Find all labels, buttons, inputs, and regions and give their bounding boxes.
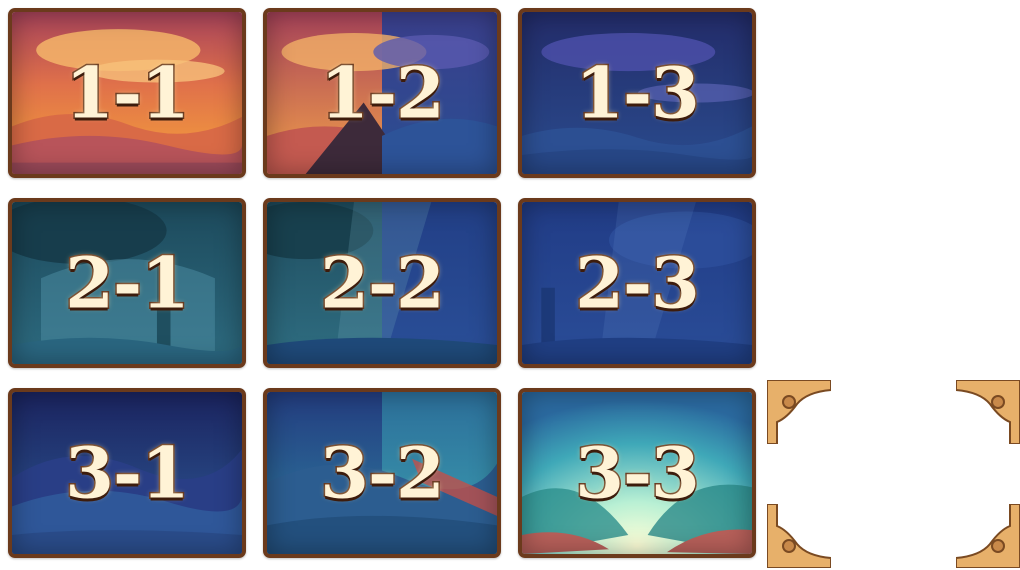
- level-tile-2-1[interactable]: 2-1: [8, 198, 246, 368]
- corner-ornament-icon: [767, 504, 831, 568]
- corner-ornament-icon: [956, 504, 1020, 568]
- level-label: 3-1: [64, 430, 191, 516]
- level-label: 3-2: [319, 430, 446, 516]
- level-tile-2-3[interactable]: 2-3: [518, 198, 756, 368]
- level-label: 2-1: [64, 240, 191, 326]
- level-tile-1-2[interactable]: 1-2: [263, 8, 501, 178]
- level-label: 1-3: [574, 50, 701, 136]
- level-tile-3-3[interactable]: 3-3: [518, 388, 756, 558]
- corner-ornament-icon: [956, 380, 1020, 444]
- level-tile-3-1[interactable]: 3-1: [8, 388, 246, 558]
- level-select-grid: 1-1 1-2 1-3 2-1 2-2 2-3 3-1 3-2 3-3: [0, 0, 1020, 570]
- level-label: 2-3: [574, 240, 701, 326]
- level-tile-1-1[interactable]: 1-1: [8, 8, 246, 178]
- corner-ornament-icon: [767, 380, 831, 444]
- level-tile-1-3[interactable]: 1-3: [518, 8, 756, 178]
- level-tile-2-2[interactable]: 2-2: [263, 198, 501, 368]
- level-label: 1-2: [319, 50, 446, 136]
- level-tile-3-2[interactable]: 3-2: [263, 388, 501, 558]
- level-label: 2-2: [319, 240, 446, 326]
- level-label: 1-1: [64, 50, 191, 136]
- level-label: 3-3: [574, 430, 701, 516]
